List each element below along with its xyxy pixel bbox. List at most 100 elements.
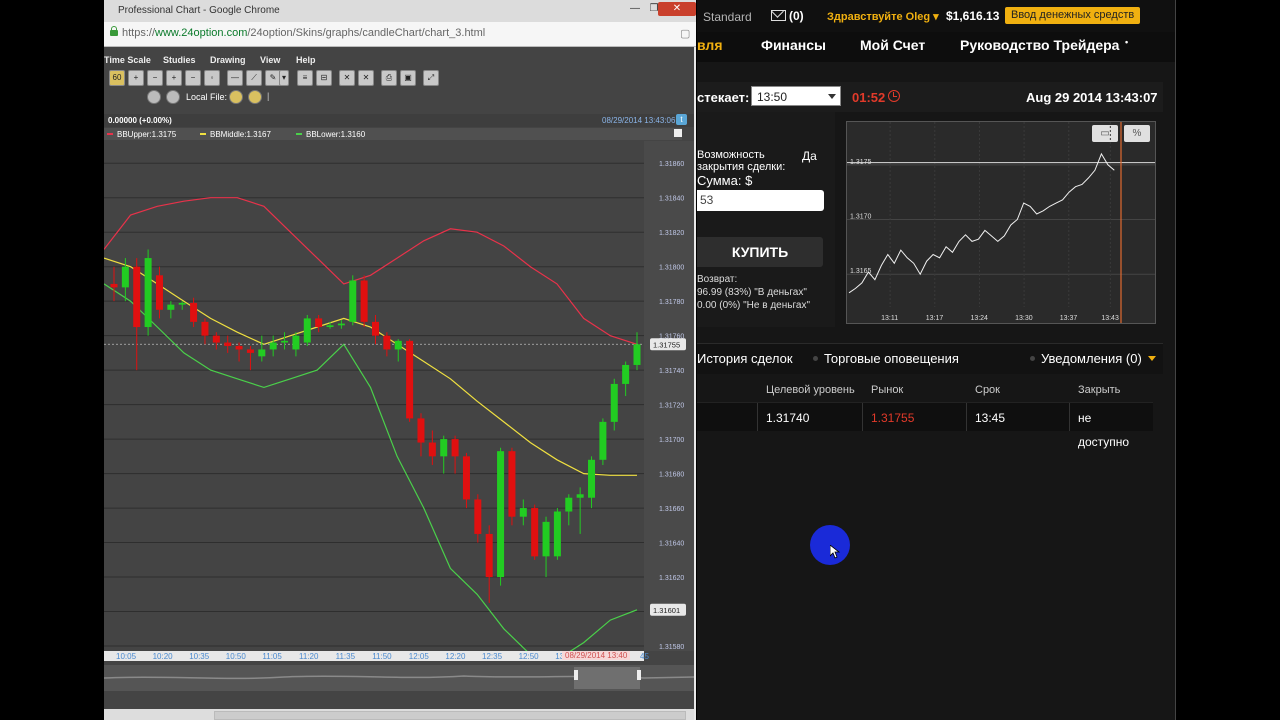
chevron-down-icon <box>828 94 836 99</box>
legend-bb-middle-label: BBMiddle:1.3167 <box>210 130 271 139</box>
menu-studies[interactable]: Studies <box>163 55 196 65</box>
zoom-in-alt-icon[interactable]: + <box>166 70 182 86</box>
candle-body <box>519 508 527 517</box>
nav-trader-guide[interactable]: Руководство Трейдера <box>960 37 1119 53</box>
legend-bb-middle: BBMiddle:1.3167 <box>200 130 271 139</box>
nav-more-icon[interactable]: • <box>1125 37 1128 47</box>
expiry-value: 13:50 <box>757 90 788 104</box>
menu-time-scale[interactable]: Time Scale <box>104 55 151 65</box>
print-icon[interactable]: ⎙ <box>381 70 397 86</box>
pencil-dropdown-icon[interactable]: ▾ <box>279 70 289 86</box>
menu-drawing[interactable]: Drawing <box>210 55 246 65</box>
amount-input[interactable]: 53 <box>697 190 824 211</box>
nav-trade[interactable]: вля <box>697 37 722 53</box>
save-image-icon[interactable]: ▣ <box>400 70 416 86</box>
chart-menubar: Time Scale Studies Drawing View Help <box>104 52 694 68</box>
zoom-out-alt-icon[interactable]: − <box>185 70 201 86</box>
local-open-icon[interactable] <box>229 90 243 104</box>
navigator-window[interactable] <box>574 667 640 689</box>
load-icon[interactable] <box>147 90 161 104</box>
page-icon[interactable]: ▢ <box>680 27 690 40</box>
close-button[interactable]: ✕ <box>658 2 696 16</box>
trend-line-icon[interactable]: ⟋ <box>246 70 262 86</box>
y-tick-label: 1.31860 <box>659 161 684 168</box>
deposit-button[interactable]: Ввод денежных средств <box>1005 7 1141 24</box>
price-timestamp: 08/29/2014 13:43:06 <box>602 116 676 125</box>
zoom-in-icon[interactable]: + <box>128 70 144 86</box>
grid-icon[interactable]: ≡ <box>297 70 313 86</box>
reset-zoom-icon[interactable]: ◦ <box>204 70 220 86</box>
cell-divider <box>966 403 967 431</box>
timeframe-60-button[interactable]: 60 <box>109 70 125 86</box>
fullscreen-icon[interactable]: ⤢ <box>423 70 439 86</box>
text-tool-icon[interactable]: ⊟ <box>316 70 332 86</box>
minimize-button[interactable]: — <box>625 2 645 16</box>
nav-my-account[interactable]: Мой Счет <box>860 37 925 53</box>
clock-icon <box>888 90 900 102</box>
menu-view[interactable]: View <box>260 55 280 65</box>
cell-divider <box>1069 403 1070 431</box>
buy-button[interactable]: КУПИТЬ <box>697 237 823 267</box>
scrollbar-thumb[interactable] <box>214 711 686 720</box>
candle-body <box>394 340 402 350</box>
indicator-legend: BBUpper:1.3175 BBMiddle:1.3167 BBLower:1… <box>104 128 682 140</box>
local-save-icon[interactable] <box>248 90 262 104</box>
candle-body <box>462 456 470 500</box>
menu-help[interactable]: Help <box>296 55 316 65</box>
candle-body <box>292 335 300 350</box>
y-tick-label: 1.31640 <box>659 541 684 548</box>
candle-body <box>553 511 561 557</box>
early-close-value: Да <box>802 149 817 163</box>
candle-body <box>428 442 436 457</box>
y-tick-label: 1.31680 <box>659 472 684 479</box>
share-icon[interactable]: t <box>676 114 687 125</box>
mini-x-tick-label: 13:37 <box>1060 315 1078 322</box>
tab-trade-history[interactable]: История сделок <box>697 351 793 366</box>
chart-navigator[interactable] <box>104 665 694 691</box>
delete-all-icon[interactable]: ✕ <box>358 70 374 86</box>
toolbar-divider: | <box>267 91 270 101</box>
tab-notifications[interactable]: Уведомления (0) <box>1030 351 1156 366</box>
chart-toolbar: 60 + − + − ◦ — ⟋ ✎ ▾ ≡ ⊟ ✕ ✕ ⎙ ▣ ⤢ <box>104 70 694 88</box>
legend-collapse-icon[interactable] <box>674 129 682 137</box>
candle-body <box>144 258 152 328</box>
time-tick-label: 11:05 <box>262 652 282 661</box>
y-tick-label: 1.31800 <box>659 265 684 272</box>
tab-notifications-label: Уведомления (0) <box>1041 351 1142 366</box>
zoom-out-icon[interactable]: − <box>147 70 163 86</box>
mail-count: (0) <box>789 9 804 23</box>
save-icon[interactable] <box>166 90 180 104</box>
url-text[interactable]: https://www.24option.com/24option/Skins/… <box>122 27 485 39</box>
candle-body <box>349 280 357 322</box>
cell-divider <box>757 403 758 431</box>
candle-body <box>326 325 334 328</box>
mail-button[interactable]: (0) <box>771 9 804 23</box>
navigator-right-handle[interactable] <box>637 670 641 680</box>
candle-body <box>622 364 630 384</box>
candle-body <box>485 533 493 578</box>
candle-body <box>224 342 232 346</box>
candlestick-chart[interactable]: 1.31860 1.31840 1.31820 1.31800 1.31780 1.317… <box>104 141 694 651</box>
nav-finance[interactable]: Финансы <box>761 37 826 53</box>
candle-body <box>588 459 596 498</box>
chevron-down-icon <box>1147 356 1156 361</box>
horizontal-scrollbar[interactable] <box>104 709 694 720</box>
col-close: Закрыть <box>1078 384 1121 396</box>
horizontal-line-icon[interactable]: — <box>227 70 243 86</box>
delete-icon[interactable]: ✕ <box>339 70 355 86</box>
expiry-select[interactable]: 13:50 <box>751 86 841 106</box>
legend-bb-upper-label: BBUpper:1.3175 <box>117 130 177 139</box>
y-tick-label: 1.31740 <box>659 368 684 375</box>
mini-x-tick-label: 13:17 <box>926 315 944 322</box>
candle-body <box>178 302 186 305</box>
mini-x-tick-label: 13:11 <box>881 315 898 322</box>
cursor-icon <box>830 545 840 559</box>
tab-trade-alerts[interactable]: Торговые оповещения <box>813 351 959 366</box>
time-tick-label: 10:20 <box>152 652 173 661</box>
cell-close[interactable]: не <box>1078 411 1091 425</box>
candle-body <box>246 349 254 353</box>
address-bar[interactable]: https://www.24option.com/24option/Skins/… <box>104 22 696 47</box>
table-row[interactable]: 1.31740 1.31755 13:45 не <box>697 402 1153 431</box>
navigator-left-handle[interactable] <box>574 670 578 680</box>
user-greeting[interactable]: Здравствуйте Oleg ▾ <box>827 10 939 23</box>
